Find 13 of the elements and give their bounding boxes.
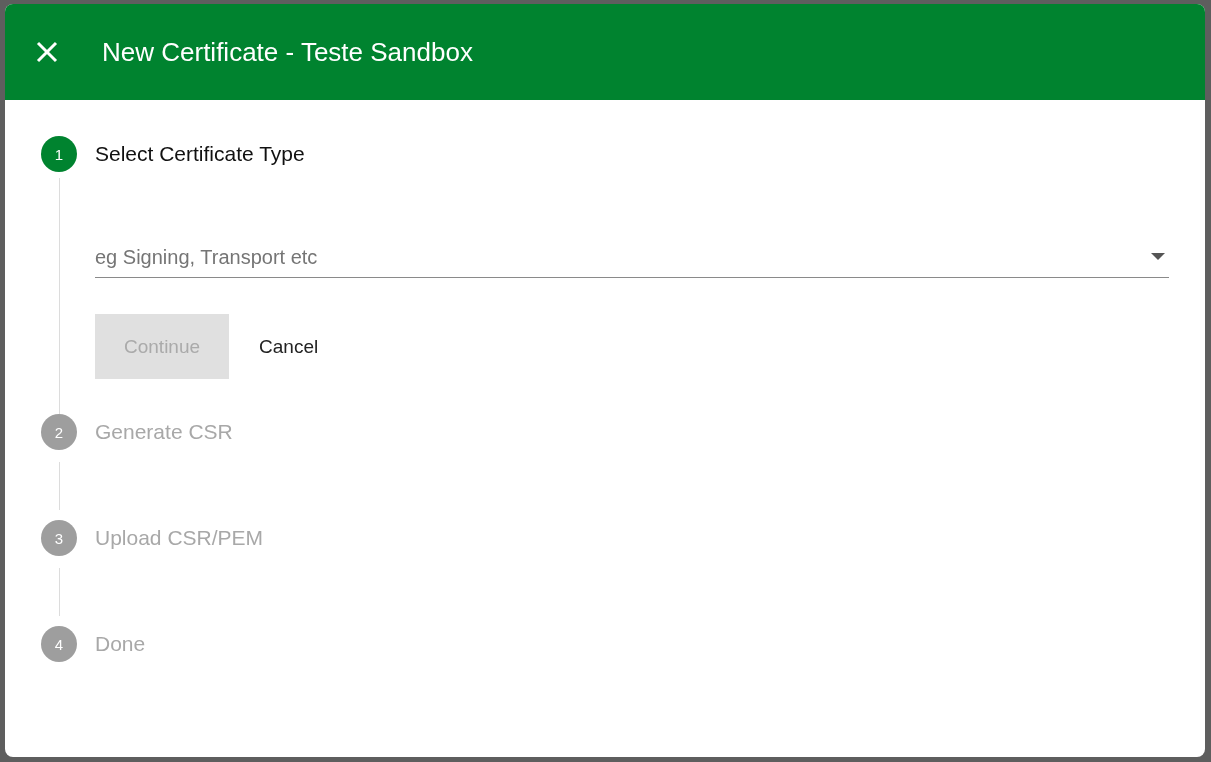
step-number: 4 [41,626,77,662]
step-number: 2 [41,414,77,450]
cancel-button[interactable]: Cancel [241,314,337,379]
select-field[interactable]: eg Signing, Transport etc [95,245,1151,269]
dialog-title: New Certificate - Teste Sandbox [102,36,473,68]
step-number: 1 [41,136,77,172]
step-number: 3 [41,520,77,556]
step-label: Select Certificate Type [95,142,305,166]
step-label: Generate CSR [95,420,233,444]
dropdown-caret-icon [1151,253,1165,261]
step-label: Done [95,632,146,656]
step-label: Upload CSR/PEM [95,526,264,550]
close-icon[interactable] [35,40,59,64]
